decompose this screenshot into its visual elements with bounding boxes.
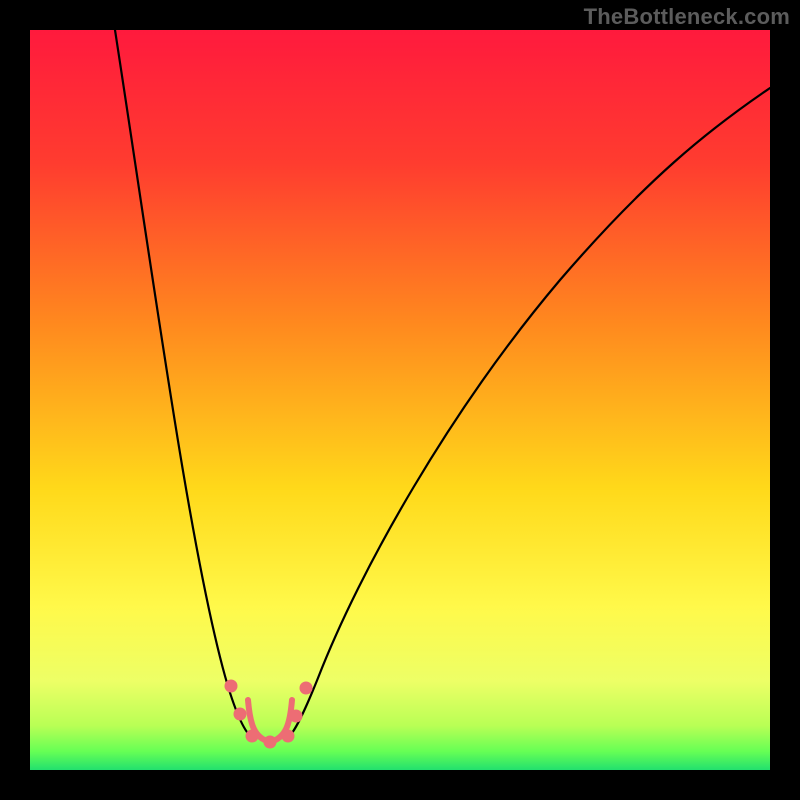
plot-area [30, 30, 770, 770]
heatmap-background [30, 30, 770, 770]
marker-dot [234, 708, 247, 721]
watermark-text: TheBottleneck.com [584, 4, 790, 30]
marker-dot [225, 680, 238, 693]
marker-dot [264, 736, 277, 749]
plot-svg [30, 30, 770, 770]
marker-dot [282, 730, 295, 743]
chart-frame: TheBottleneck.com [0, 0, 800, 800]
marker-dot [290, 710, 303, 723]
marker-dot [246, 730, 259, 743]
marker-dot [300, 682, 313, 695]
